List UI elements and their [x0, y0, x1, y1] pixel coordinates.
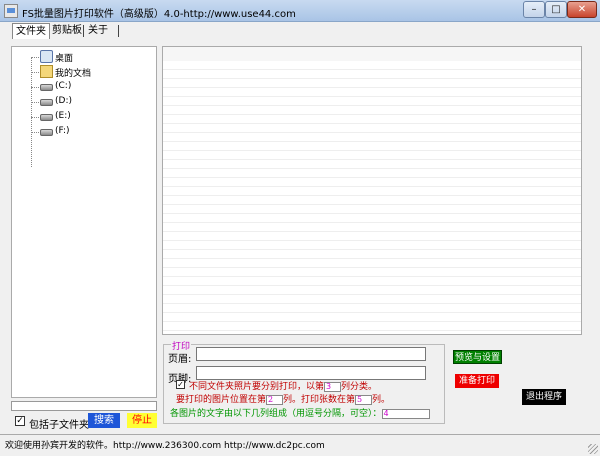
include-subfolders-label: 包括子文件夹	[29, 420, 89, 431]
folder-tree[interactable]: 桌面 我的文档 (C:) (D:) (E:) (F:)	[11, 46, 157, 398]
search-button[interactable]: 搜索	[88, 413, 120, 428]
include-subfolders-checkbox[interactable]: ✓	[15, 416, 25, 426]
tab-about[interactable]: 关于	[85, 23, 111, 38]
app-icon	[4, 4, 18, 18]
tab-separator	[83, 25, 84, 37]
tab-clipboard[interactable]: 剪贴板	[49, 23, 85, 38]
drive-icon	[40, 129, 53, 136]
separate-print-text-after: 列分类。	[341, 382, 378, 392]
tree-item-label: (F:)	[55, 126, 70, 136]
tree-connector	[31, 57, 32, 167]
tree-item-label: (E:)	[55, 111, 71, 121]
resize-grip-icon[interactable]	[588, 444, 598, 454]
tree-item-label: (D:)	[55, 96, 72, 106]
separate-print-text: 不同文件夹照片要分别打印，以第	[189, 382, 325, 392]
tree-item-label: (C:)	[55, 81, 72, 91]
tree-item-label: 我的文档	[55, 69, 92, 79]
grid-rows	[163, 61, 581, 334]
image-list-grid[interactable]	[162, 46, 582, 335]
header-label: 页眉:	[168, 354, 192, 365]
desktop-icon	[40, 50, 53, 63]
stop-button[interactable]: 停止	[127, 413, 157, 428]
image-column-input[interactable]: 2	[266, 394, 284, 405]
maximize-button[interactable]: □	[545, 1, 567, 18]
status-bar: 欢迎使用孙宾开发的软件。http://www.236300.com http:/…	[0, 434, 600, 456]
title-bar: FS批量图片打印软件（高级版）4.0-http://www.use44.com …	[0, 0, 600, 22]
image-position-row: 要打印的图片位置在第 2 列。打印张数在第 5 列。	[176, 392, 390, 405]
folder-icon	[40, 65, 53, 78]
separate-print-checkbox[interactable]: ✓	[176, 380, 185, 389]
drive-icon	[40, 114, 53, 121]
footer-input[interactable]	[196, 366, 426, 380]
count-text: 列。打印张数在第	[283, 395, 356, 405]
drive-icon	[40, 84, 53, 91]
exit-button[interactable]: 退出程序	[522, 389, 566, 405]
caption-columns-row: 各图片的文字由以下几列组成（用逗号分隔，可空）： 4	[170, 406, 430, 419]
preview-settings-button[interactable]: 预览与设置	[453, 350, 502, 364]
close-button[interactable]: ✕	[567, 1, 597, 18]
prepare-print-button[interactable]: 准备打印	[455, 374, 499, 388]
count-text-after: 列。	[372, 395, 391, 405]
grid-header	[163, 47, 581, 62]
minimize-button[interactable]: –	[523, 1, 545, 18]
tab-separator	[118, 25, 119, 37]
position-text: 要打印的图片位置在第	[176, 395, 267, 405]
caption-columns-text: 各图片的文字由以下几列组成（用逗号分隔，可空）：	[170, 409, 382, 419]
drive-icon	[40, 99, 53, 106]
status-text: 欢迎使用孙宾开发的软件。http://www.236300.com http:/…	[5, 441, 325, 451]
count-column-input[interactable]: 5	[355, 394, 373, 405]
header-input[interactable]	[196, 347, 426, 361]
tab-folder[interactable]: 文件夹	[12, 23, 50, 39]
caption-columns-input[interactable]: 4	[381, 408, 430, 419]
window-title: FS批量图片打印软件（高级版）4.0-http://www.use44.com	[22, 9, 296, 20]
separate-column-input[interactable]: 3	[324, 381, 342, 392]
path-field[interactable]	[11, 401, 157, 411]
separate-print-row: 不同文件夹照片要分别打印，以第 3 列分类。	[189, 379, 377, 392]
tree-item-label: 桌面	[55, 54, 74, 64]
